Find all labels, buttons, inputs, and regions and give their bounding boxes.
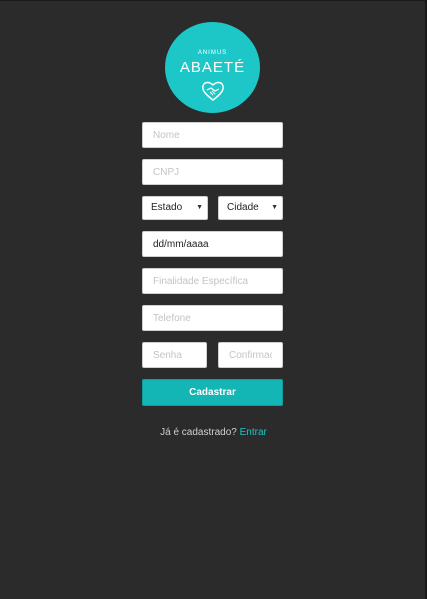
handshake-heart-icon	[202, 81, 224, 101]
login-question: Já é cadastrado?	[160, 427, 237, 438]
state-select[interactable]: Estado ▼	[142, 196, 208, 220]
password-input[interactable]	[142, 342, 207, 368]
register-button[interactable]: Cadastrar	[142, 379, 283, 406]
window-top-border	[0, 0, 427, 1]
name-input[interactable]	[142, 122, 283, 148]
city-select[interactable]: Cidade ▼	[218, 196, 283, 220]
confirm-password-input[interactable]	[218, 342, 283, 368]
purpose-input[interactable]	[142, 268, 283, 294]
logo-name: ABAETÉ	[179, 59, 246, 76]
dropdown-arrow-icon: ▼	[271, 204, 278, 211]
dropdown-arrow-icon: ▼	[196, 204, 203, 211]
state-select-value: Estado	[151, 202, 183, 213]
date-input[interactable]	[142, 231, 283, 257]
login-prompt: Já é cadastrado? Entrar	[0, 427, 427, 438]
cnpj-input[interactable]	[142, 159, 283, 185]
phone-input[interactable]	[142, 305, 283, 331]
login-link[interactable]: Entrar	[240, 427, 267, 438]
animus-abaete-logo: ANIMUS ABAETÉ	[165, 22, 260, 113]
logo-top-text: ANIMUS	[197, 50, 228, 56]
city-select-value: Cidade	[227, 202, 259, 213]
